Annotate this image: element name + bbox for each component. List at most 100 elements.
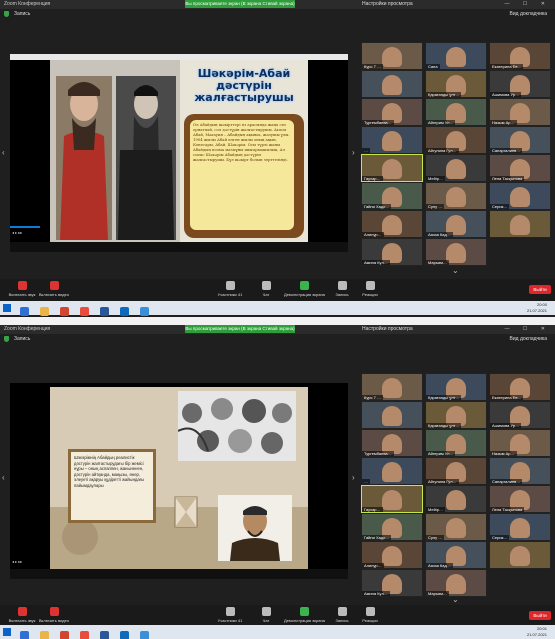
chevron-down-icon[interactable]: ⌄ xyxy=(452,595,459,604)
chat-label: Чат xyxy=(262,618,270,623)
participant-tile[interactable]: … xyxy=(361,126,423,154)
viewer-bottom-bar xyxy=(10,569,348,579)
participant-tile[interactable]: Амина Кул… xyxy=(361,238,423,266)
video-button[interactable]: Включить видео xyxy=(34,281,74,297)
chevron-down-icon[interactable]: ⌄ xyxy=(452,266,459,275)
folder-icon[interactable] xyxy=(40,307,49,316)
participant-tile[interactable]: Айгерим Ул… xyxy=(425,429,487,457)
participant-tile[interactable]: Амина Кул… xyxy=(361,569,423,597)
slide-body-text: Ол Абайдың шәкірттері өз арасында жаңа с… xyxy=(190,120,294,230)
participant-tile[interactable]: Марьям… xyxy=(425,569,487,597)
screen-share-banner[interactable]: Вы просматриваете экран (В экрана Стивай… xyxy=(185,0,295,8)
participant-tile[interactable] xyxy=(489,541,551,569)
participant-tile[interactable]: Азиза Кад… xyxy=(425,210,487,238)
slide-body-text: Шәкәрімнің Абайдың реалистік дәстүрін жа… xyxy=(71,452,153,520)
chevron-right-icon[interactable]: › xyxy=(352,148,355,157)
chat-button[interactable]: Чат xyxy=(246,281,286,297)
participant-tile[interactable]: Тургембаева… xyxy=(361,98,423,126)
edge-icon[interactable] xyxy=(120,631,129,639)
participant-tile[interactable]: Сапа xyxy=(425,42,487,70)
chevron-right-icon[interactable]: › xyxy=(352,473,355,482)
speaker-view-button[interactable]: Вид докладчика xyxy=(510,334,547,344)
shield-icon[interactable] xyxy=(4,11,9,17)
video-app-icon[interactable] xyxy=(140,631,149,639)
participant-tile[interactable]: Алинур… xyxy=(361,541,423,569)
video-app-icon[interactable] xyxy=(140,307,149,316)
window-controls[interactable]: — ☐ ✕ xyxy=(505,325,551,334)
system-clock[interactable]: 20:01 21.07.2021 xyxy=(527,626,547,638)
participant-tile[interactable]: Назым Ар… xyxy=(489,429,551,457)
share-screen-button[interactable]: Демонстрация экрана xyxy=(284,281,325,297)
participant-tile[interactable]: Курс 7 … xyxy=(361,42,423,70)
end-meeting-button[interactable]: Выйти xyxy=(529,285,551,294)
chat-button[interactable]: Чат xyxy=(246,607,286,623)
shield-icon[interactable] xyxy=(4,336,9,342)
participant-tile[interactable]: Ашимова Ур… xyxy=(489,401,551,429)
participants-button[interactable]: Участники 41 xyxy=(210,281,250,297)
participant-tile[interactable]: Азиза Кад… xyxy=(425,541,487,569)
participant-tile[interactable]: Екатерина Ев… xyxy=(489,373,551,401)
participant-tile[interactable]: Гаухар… xyxy=(361,485,423,513)
chevron-left-icon[interactable]: ‹ xyxy=(2,148,5,157)
end-meeting-button[interactable]: Выйти xyxy=(529,611,551,620)
participant-tile[interactable]: Серик… xyxy=(489,513,551,541)
player-controls[interactable]: ◂ ▸ ▸▸ xyxy=(12,559,22,564)
participant-tile[interactable]: Мейір… xyxy=(425,154,487,182)
folder-icon[interactable] xyxy=(40,631,49,639)
edge-icon[interactable] xyxy=(120,307,129,316)
participant-tile[interactable] xyxy=(361,401,423,429)
chrome-icon[interactable] xyxy=(80,307,89,316)
windows-start-icon[interactable] xyxy=(3,628,11,636)
participant-tile[interactable]: Алинур… xyxy=(361,210,423,238)
window-controls[interactable]: — ☐ ✕ xyxy=(505,0,551,9)
powerpoint-icon[interactable] xyxy=(60,631,69,639)
reactions-button[interactable]: Реакции xyxy=(350,281,390,297)
reactions-button[interactable]: Реакции xyxy=(350,607,390,623)
video-button[interactable]: Включить видео xyxy=(34,607,74,623)
word-icon[interactable] xyxy=(100,307,109,316)
participant-tile[interactable]: Лена Тасқынова xyxy=(489,154,551,182)
participant-tile[interactable]: Гаухар… xyxy=(361,154,423,182)
screen-share-banner[interactable]: Вы просматриваете экран (В экрана Стивай… xyxy=(185,325,295,333)
view-options[interactable]: Настройки просмотра xyxy=(362,0,413,9)
participant-tile[interactable]: … xyxy=(361,457,423,485)
scroll-progress[interactable] xyxy=(10,226,40,228)
text-card-frame: Шәкәрімнің Абайдың реалистік дәстүрін жа… xyxy=(68,449,156,523)
word-icon[interactable] xyxy=(100,631,109,639)
participant-tile[interactable]: Сулу … xyxy=(425,182,487,210)
participant-tile[interactable] xyxy=(361,70,423,98)
participant-tile[interactable]: Сулу … xyxy=(425,513,487,541)
participant-tile[interactable]: Айгулина Гул… xyxy=(425,126,487,154)
share-screen-button[interactable]: Демонстрация экрана xyxy=(284,607,325,623)
participant-tile[interactable]: Айгулина Гул… xyxy=(425,457,487,485)
participant-tile[interactable] xyxy=(489,210,551,238)
view-options[interactable]: Настройки просмотра xyxy=(362,325,413,334)
participant-tile[interactable]: Қарағанды ұлт… xyxy=(425,373,487,401)
chrome-icon[interactable] xyxy=(80,631,89,639)
windows-start-icon[interactable] xyxy=(3,304,11,312)
participant-tile[interactable]: Серик… xyxy=(489,182,551,210)
participant-tile[interactable]: Назым Ар… xyxy=(489,98,551,126)
player-controls[interactable]: ◂ ▸ ▸▸ xyxy=(12,230,22,235)
zoom-app-icon[interactable] xyxy=(20,307,29,316)
participant-tile[interactable]: Сапаргалиев… xyxy=(489,126,551,154)
chevron-left-icon[interactable]: ‹ xyxy=(2,473,5,482)
participant-tile[interactable]: Айгерим Ул… xyxy=(425,98,487,126)
participant-tile[interactable]: Сапаргалиев… xyxy=(489,457,551,485)
participant-tile[interactable]: Қарағанды ұлт… xyxy=(425,401,487,429)
participant-tile[interactable]: Қарағанды ұлт… xyxy=(425,70,487,98)
participant-tile[interactable]: Курс 7 … xyxy=(361,373,423,401)
participant-tile[interactable]: Лена Тасқынова xyxy=(489,485,551,513)
zoom-app-icon[interactable] xyxy=(20,631,29,639)
participant-tile[interactable]: Ашимова Ур… xyxy=(489,70,551,98)
participants-button[interactable]: Участники 41 xyxy=(210,607,250,623)
participant-tile[interactable]: Гайни Хадо… xyxy=(361,513,423,541)
participant-tile[interactable]: Екатерина Ев… xyxy=(489,42,551,70)
participant-tile[interactable]: Марьям… xyxy=(425,238,487,266)
participant-tile[interactable]: Гайни Хадо… xyxy=(361,182,423,210)
system-clock[interactable]: 20:00 21.07.2021 xyxy=(527,302,547,314)
powerpoint-icon[interactable] xyxy=(60,307,69,316)
participant-tile[interactable]: Мейір… xyxy=(425,485,487,513)
speaker-view-button[interactable]: Вид докладчика xyxy=(510,9,547,19)
participant-tile[interactable]: Тургембаева… xyxy=(361,429,423,457)
